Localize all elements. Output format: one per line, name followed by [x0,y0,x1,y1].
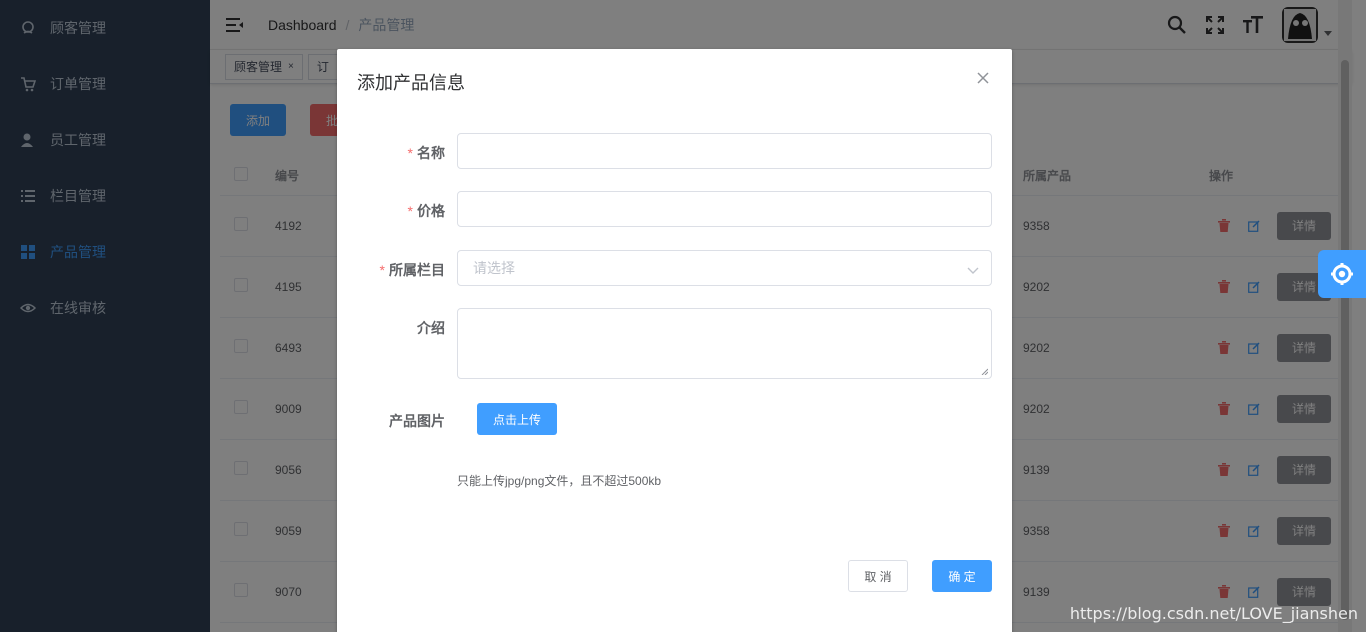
category-select[interactable]: 请选择 [457,250,992,286]
category-label: * 所属栏目 [337,260,445,280]
required-mark: * [379,262,385,278]
settings-button[interactable] [1318,250,1366,298]
price-label-text: 价格 [417,203,445,219]
name-label: * 名称 [337,143,445,163]
cancel-button[interactable]: 取 消 [848,560,908,592]
upload-tip: 只能上传jpg/png文件，且不超过500kb [457,474,662,488]
name-label-text: 名称 [417,145,445,161]
intro-label: 介绍 [417,320,445,336]
category-label-text: 所属栏目 [389,262,445,278]
image-label: 产品图片 [389,413,445,429]
resize-handle-icon [981,368,988,375]
price-label: * 价格 [337,201,445,221]
required-mark: * [407,203,413,219]
intro-textarea[interactable] [457,308,992,379]
watermark: https://blog.csdn.net/LOVE_jianshen [1069,604,1358,623]
dialog-title: 添加产品信息 [357,73,465,93]
add-product-dialog: 添加产品信息 * 名称 * 价格 * 所属栏目 请选择 介绍 产品图片 点击上传 只能… [337,49,1012,632]
upload-button[interactable]: 点击上传 [477,403,557,435]
confirm-button[interactable]: 确 定 [932,560,992,592]
name-input[interactable] [457,133,992,169]
category-placeholder: 请选择 [473,260,515,276]
price-input[interactable] [457,191,992,227]
gear-icon [1331,263,1353,285]
chevron-down-icon [967,262,979,278]
required-mark: * [407,145,413,161]
close-icon[interactable] [976,71,990,85]
